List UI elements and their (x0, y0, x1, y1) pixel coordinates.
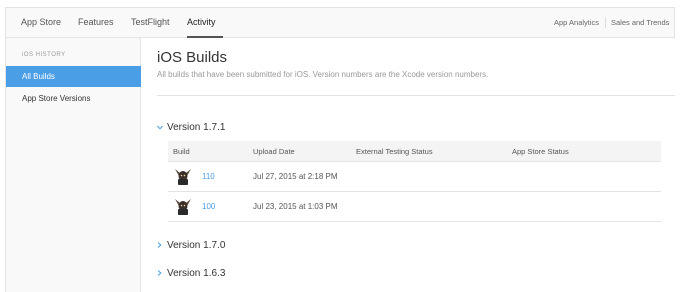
app-icon (173, 166, 193, 186)
version-group-1-7-0[interactable]: Version 1.7.0 (157, 240, 225, 251)
column-header-external-testing-status: External Testing Status (356, 147, 433, 156)
build-number-link[interactable]: 110 (202, 172, 215, 181)
column-header-upload-date: Upload Date (253, 147, 295, 156)
top-nav: App Store Features TestFlight Activity A… (5, 7, 675, 38)
tab-activity[interactable]: Activity (187, 17, 216, 27)
sidebar-item-app-store-versions[interactable]: App Store Versions (6, 88, 141, 109)
sidebar-item-label: App Store Versions (22, 94, 91, 103)
main-content: iOS Builds All builds that have been sub… (157, 38, 675, 292)
table-header: Build Upload Date External Testing Statu… (168, 141, 661, 162)
app-analytics-link[interactable]: App Analytics (554, 18, 599, 27)
column-header-build: Build (173, 147, 190, 156)
version-group-1-7-1[interactable]: Version 1.7.1 (157, 122, 225, 133)
version-label: Version 1.7.0 (167, 240, 226, 251)
table-row[interactable]: 110 Jul 27, 2015 at 2:18 PM (168, 162, 661, 192)
sidebar-item-all-builds[interactable]: All Builds (6, 66, 141, 87)
tab-app-store[interactable]: App Store (21, 17, 61, 27)
upload-date: Jul 23, 2015 at 1:03 PM (253, 202, 338, 211)
link-divider (605, 17, 606, 28)
tab-features[interactable]: Features (78, 17, 114, 27)
tab-testflight[interactable]: TestFlight (131, 17, 170, 27)
divider (157, 95, 675, 96)
app-icon (173, 196, 193, 216)
upload-date: Jul 27, 2015 at 2:18 PM (253, 172, 338, 181)
sidebar-item-label: All Builds (22, 72, 55, 81)
chevron-down-icon (157, 123, 163, 132)
version-group-1-6-3[interactable]: Version 1.6.3 (157, 268, 225, 279)
sidebar: iOS HISTORY All Builds App Store Version… (5, 38, 141, 292)
chevron-right-icon (157, 269, 163, 278)
version-label: Version 1.7.1 (167, 122, 226, 133)
table-row[interactable]: 100 Jul 23, 2015 at 1:03 PM (168, 192, 661, 222)
build-number-link[interactable]: 100 (202, 202, 215, 211)
page-title: iOS Builds (157, 49, 228, 66)
sidebar-heading: iOS HISTORY (22, 52, 66, 58)
sales-and-trends-link[interactable]: Sales and Trends (611, 18, 669, 27)
page-subtitle: All builds that have been submitted for … (157, 70, 489, 79)
version-label: Version 1.6.3 (167, 268, 226, 279)
chevron-right-icon (157, 241, 163, 250)
column-header-app-store-status: App Store Status (512, 147, 569, 156)
